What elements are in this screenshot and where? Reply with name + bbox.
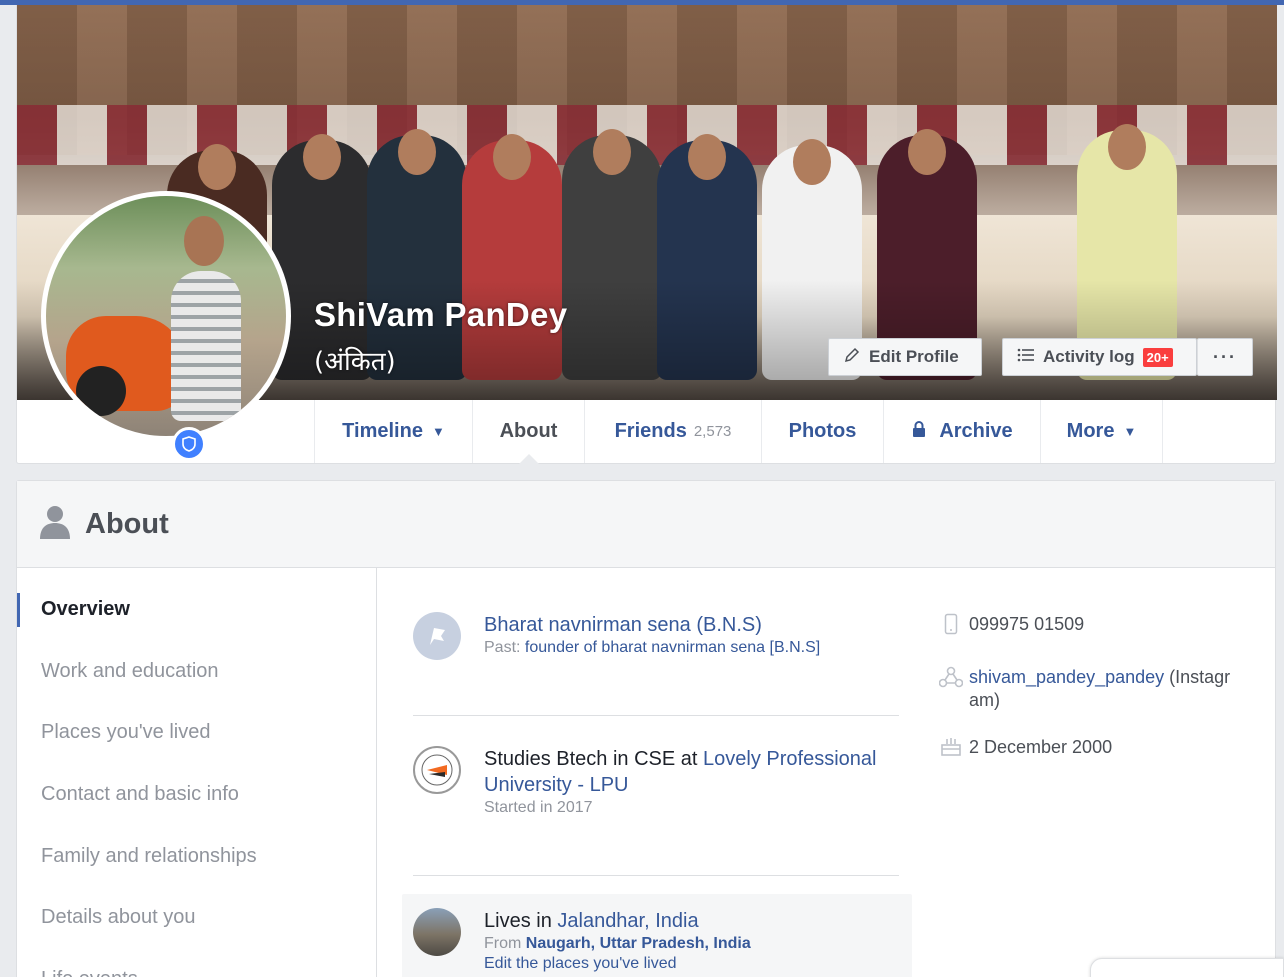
phone-row: 099975 01509 xyxy=(933,613,1239,636)
friends-count: 2,573 xyxy=(693,423,732,440)
from-label: From xyxy=(484,935,522,952)
tab-about[interactable]: About xyxy=(472,400,584,464)
tab-timeline[interactable]: Timeline ▼ xyxy=(314,400,472,463)
work-past-label: Past: xyxy=(484,639,521,656)
sidebar-item-contact[interactable]: Contact and basic info xyxy=(41,783,239,806)
cake-icon xyxy=(933,736,969,759)
profile-picture[interactable] xyxy=(41,191,291,461)
lives-in-prefix: Lives in xyxy=(484,910,552,932)
instagram-row: shivam_pandey_pandey (Instagr am) xyxy=(933,666,1239,712)
shield-icon[interactable] xyxy=(172,427,206,461)
profile-tabs: Timeline ▼ About Friends 2,573 Photos Ar… xyxy=(314,400,1163,464)
tab-more[interactable]: More ▼ xyxy=(1040,400,1163,463)
tab-friends[interactable]: Friends 2,573 xyxy=(584,400,761,463)
activity-log-label: Activity log xyxy=(1043,347,1135,366)
hometown-link[interactable]: Naugarh, Uttar Pradesh, India xyxy=(526,935,751,952)
phone-number: 099975 01509 xyxy=(969,614,1085,634)
edit-profile-label: Edit Profile xyxy=(869,347,959,366)
sidebar-item-life-events[interactable]: Life events xyxy=(41,968,138,977)
list-icon xyxy=(1017,346,1035,369)
tab-archive[interactable]: Archive xyxy=(883,400,1040,463)
about-header: About xyxy=(17,481,1275,568)
about-title: About xyxy=(85,507,169,540)
profile-alternate-name: (अंकित) xyxy=(314,347,396,377)
education-prefix: Studies Btech in CSE at xyxy=(484,748,698,770)
sidebar-item-details[interactable]: Details about you xyxy=(41,906,196,929)
sidebar-item-work-education[interactable]: Work and education xyxy=(41,660,219,683)
caret-down-icon: ▼ xyxy=(1123,424,1137,439)
sidebar-item-family[interactable]: Family and relationships xyxy=(41,845,257,868)
tab-archive-label: Archive xyxy=(939,420,1013,442)
profile-name[interactable]: ShiVam PanDey xyxy=(314,296,567,334)
birthday-row: 2 December 2000 xyxy=(933,736,1239,759)
tab-about-label: About xyxy=(499,420,558,442)
current-city-link[interactable]: Jalandhar, India xyxy=(557,910,698,932)
work-role-link[interactable]: founder of bharat navnirman sena [B.N.S] xyxy=(525,639,820,656)
tab-photos-label: Photos xyxy=(788,420,857,442)
city-thumbnail[interactable] xyxy=(413,908,461,956)
activity-log-badge: 20+ xyxy=(1142,347,1173,367)
activity-log-button[interactable]: Activity log 20+ xyxy=(1002,338,1197,376)
divider xyxy=(413,875,899,876)
edit-places-link[interactable]: Edit the places you've lived xyxy=(484,955,677,972)
birthday: 2 December 2000 xyxy=(969,737,1113,757)
tab-photos[interactable]: Photos xyxy=(761,400,883,463)
tab-more-label: More xyxy=(1066,420,1115,442)
lock-icon xyxy=(911,420,927,444)
pencil-icon xyxy=(843,346,861,369)
sidebar-item-places[interactable]: Places you've lived xyxy=(41,721,210,744)
profile-header-card: ShiVam PanDey (अंकित) Edit Profile Activ… xyxy=(16,5,1277,464)
more-options-button[interactable]: ··· xyxy=(1197,338,1253,376)
about-sidebar: Overview Work and education Places you'v… xyxy=(17,568,377,977)
edit-profile-button[interactable]: Edit Profile xyxy=(828,338,982,376)
sidebar-item-overview[interactable]: Overview xyxy=(41,598,130,621)
caret-down-icon: ▼ xyxy=(431,424,445,439)
tab-friends-label: Friends xyxy=(614,420,687,442)
person-icon xyxy=(39,505,71,544)
chat-tab[interactable] xyxy=(1090,958,1284,977)
work-org-link[interactable]: Bharat navnirman sena (B.N.S) xyxy=(484,614,762,636)
flag-icon xyxy=(413,612,461,660)
tab-timeline-label: Timeline xyxy=(342,420,423,442)
divider xyxy=(413,715,899,716)
about-section: About Overview Work and education Places… xyxy=(16,480,1276,977)
active-nav-marker xyxy=(17,593,20,627)
education-started: Started in 2017 xyxy=(484,799,593,816)
school-logo-icon xyxy=(413,746,461,794)
network-icon xyxy=(933,666,969,712)
instagram-link[interactable]: shivam_pandey_pandey xyxy=(969,667,1164,687)
phone-icon xyxy=(933,613,969,636)
